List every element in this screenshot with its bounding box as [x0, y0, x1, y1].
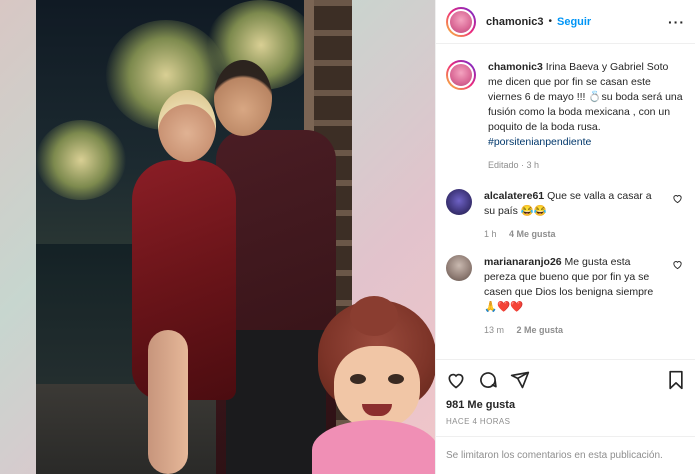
cartoon-eye	[350, 374, 366, 384]
caption-edited: Editado · 3 h	[488, 160, 540, 170]
post-viewer: chamonic3 • Seguir ··· chamonic3 Irina B…	[0, 0, 695, 474]
comment-likes[interactable]: 2 Me gusta	[517, 325, 564, 335]
comment-item: alcalatere61 Que se valla a casar a su p…	[446, 189, 685, 219]
comments-section[interactable]: chamonic3 Irina Baeva y Gabriel Soto me …	[436, 44, 695, 359]
bookmark-icon[interactable]	[667, 370, 685, 390]
post-sidebar: chamonic3 • Seguir ··· chamonic3 Irina B…	[435, 0, 695, 474]
caption-hashtag[interactable]: #porsitenianpendiente	[488, 136, 591, 148]
cartoon-shirt	[312, 420, 435, 474]
comment-icon[interactable]	[478, 370, 498, 390]
comment-username[interactable]: marianaranjo26	[484, 256, 562, 268]
caption-avatar[interactable]	[446, 60, 476, 90]
comments-limited-notice: Se limitaron los comentarios en esta pub…	[436, 436, 695, 474]
header-separator: •	[548, 16, 552, 27]
caption-username[interactable]: chamonic3	[488, 61, 543, 73]
comment-time: 13 m	[484, 325, 505, 335]
comment-likes[interactable]: 4 Me gusta	[509, 229, 556, 239]
comment-like-icon[interactable]	[672, 259, 683, 273]
share-icon[interactable]	[510, 370, 530, 390]
cartoon-bun	[350, 296, 398, 336]
author-username[interactable]: chamonic3	[486, 16, 543, 28]
photo-woman-leg	[148, 330, 188, 474]
action-bar	[436, 359, 695, 399]
photo-man-head	[214, 60, 272, 136]
post-media[interactable]	[0, 0, 435, 474]
photo-man-pants	[226, 330, 326, 474]
follow-button[interactable]: Seguir	[557, 16, 591, 28]
likes-count[interactable]: 981 Me gusta	[436, 399, 695, 411]
comment-username[interactable]: alcalatere61	[484, 190, 544, 202]
photo-tree	[36, 120, 126, 200]
comment-meta: 13 m 2 Me gusta	[484, 325, 685, 335]
commenter-avatar[interactable]	[446, 189, 472, 215]
post-header: chamonic3 • Seguir ···	[436, 0, 695, 44]
post-photo	[36, 0, 352, 474]
comment-item: marianaranjo26 Me gusta esta pereza que …	[446, 255, 685, 315]
photo-woman-head	[158, 90, 216, 162]
cartoon-eye	[388, 374, 404, 384]
comment-time: 1 h	[484, 229, 497, 239]
more-options-icon[interactable]: ···	[668, 14, 685, 30]
heart-icon[interactable]	[446, 370, 466, 390]
author-avatar[interactable]	[446, 6, 476, 37]
comment-meta: 1 h 4 Me gusta	[484, 229, 685, 239]
commenter-avatar[interactable]	[446, 255, 472, 281]
comment-like-icon[interactable]	[672, 193, 683, 207]
caption: chamonic3 Irina Baeva y Gabriel Soto me …	[446, 60, 685, 173]
post-time: HACE 4 HORAS	[446, 417, 511, 426]
